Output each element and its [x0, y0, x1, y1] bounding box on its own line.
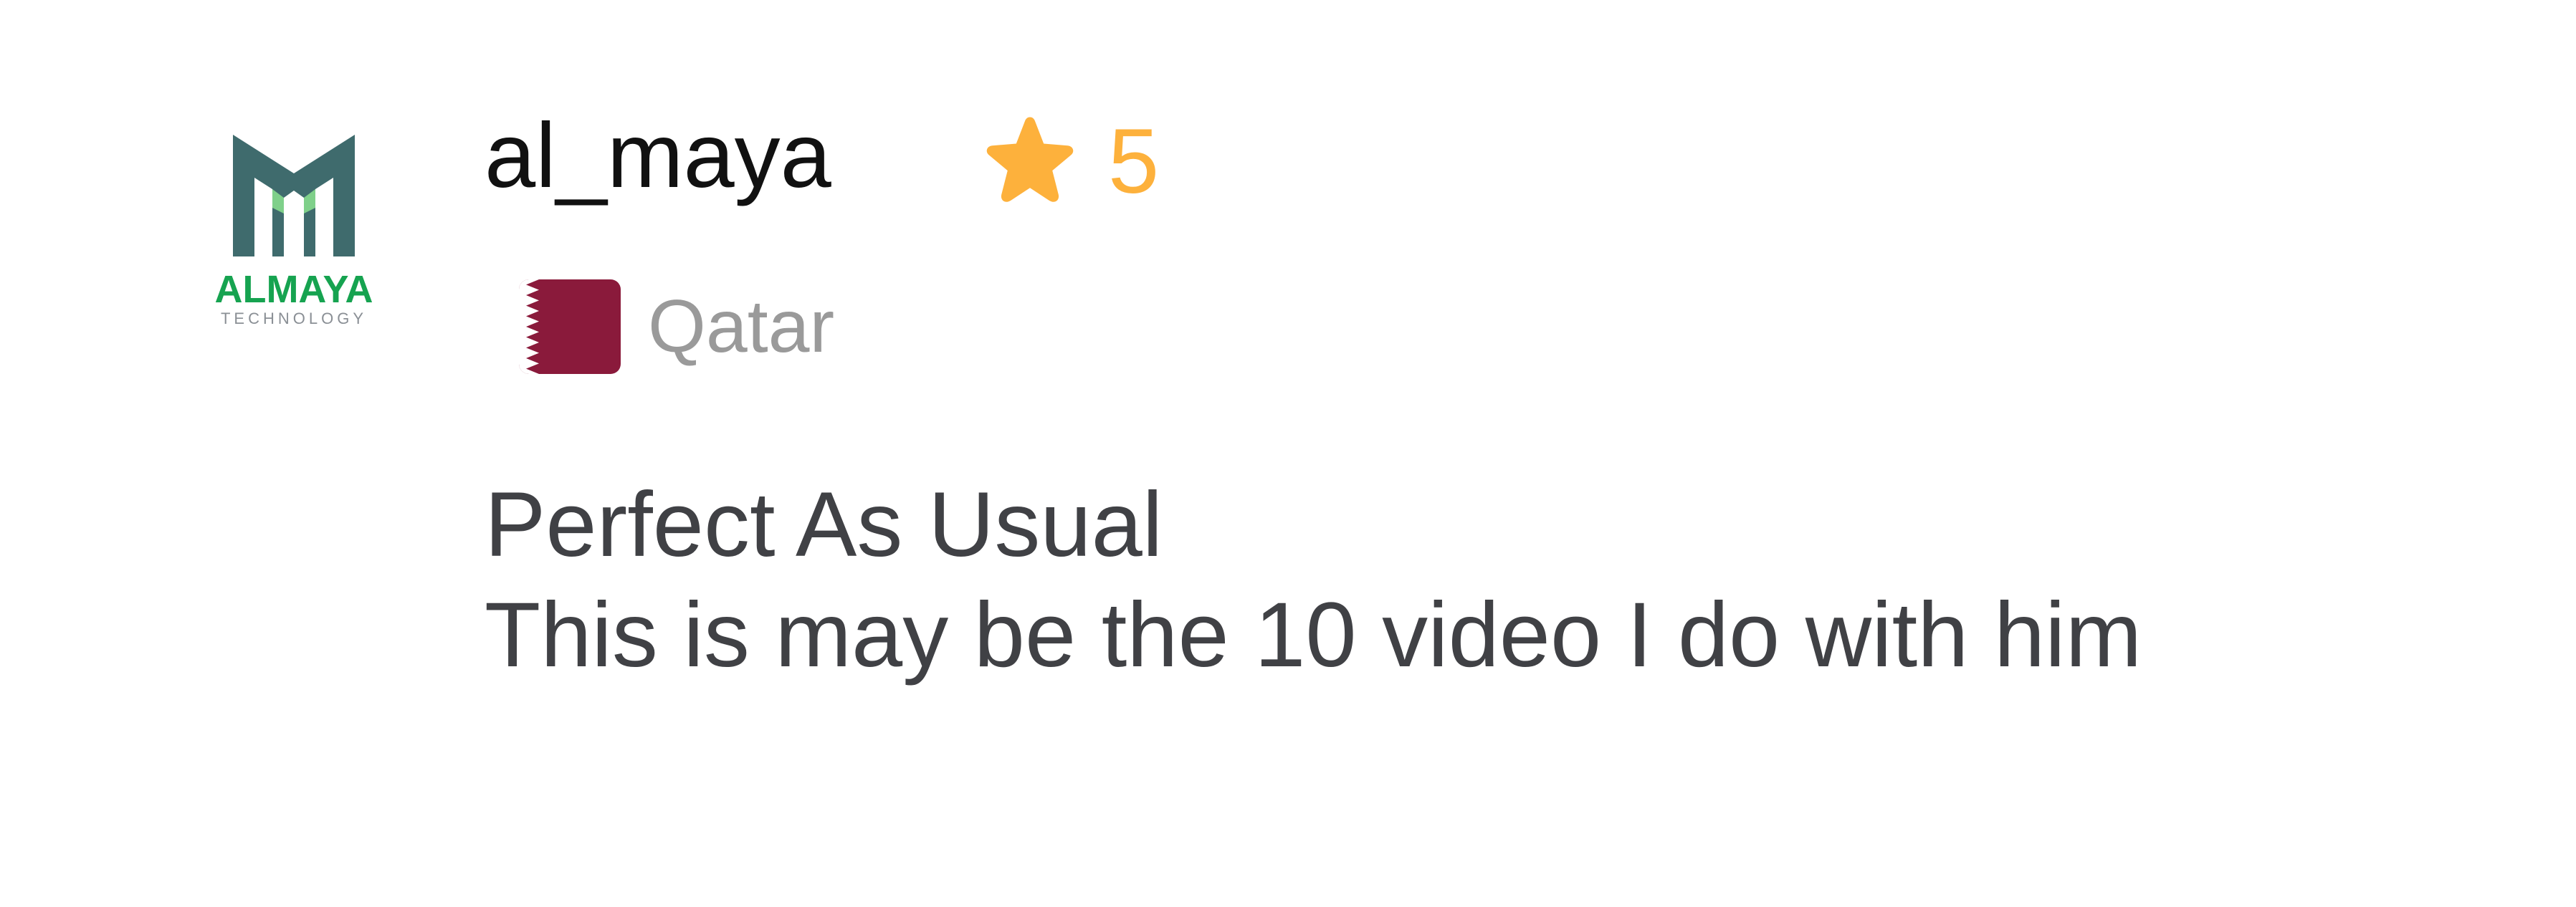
review-text-line: Perfect As Usual: [485, 474, 1163, 576]
username[interactable]: al_maya: [485, 99, 831, 213]
review-card: ALMAYA TECHNOLOGY al_maya 5 Qatar Perfec…: [0, 0, 2576, 907]
country-name: Qatar: [648, 285, 835, 368]
rating: 5: [979, 105, 1159, 219]
avatar[interactable]: ALMAYA TECHNOLOGY: [215, 129, 373, 330]
qatar-flag-icon: [519, 279, 621, 374]
rating-value: 5: [1108, 110, 1160, 213]
country: Qatar: [519, 277, 834, 377]
almaya-logo-icon: ALMAYA TECHNOLOGY: [215, 135, 373, 327]
review-text-line: This is may be the 10 video I do with hi…: [485, 584, 2142, 686]
review-text: Perfect As Usual This is may be the 10 v…: [485, 470, 2142, 691]
avatar-brand-name: ALMAYA: [215, 268, 373, 311]
star-icon: [986, 117, 1074, 202]
avatar-brand-tagline: TECHNOLOGY: [221, 309, 367, 327]
